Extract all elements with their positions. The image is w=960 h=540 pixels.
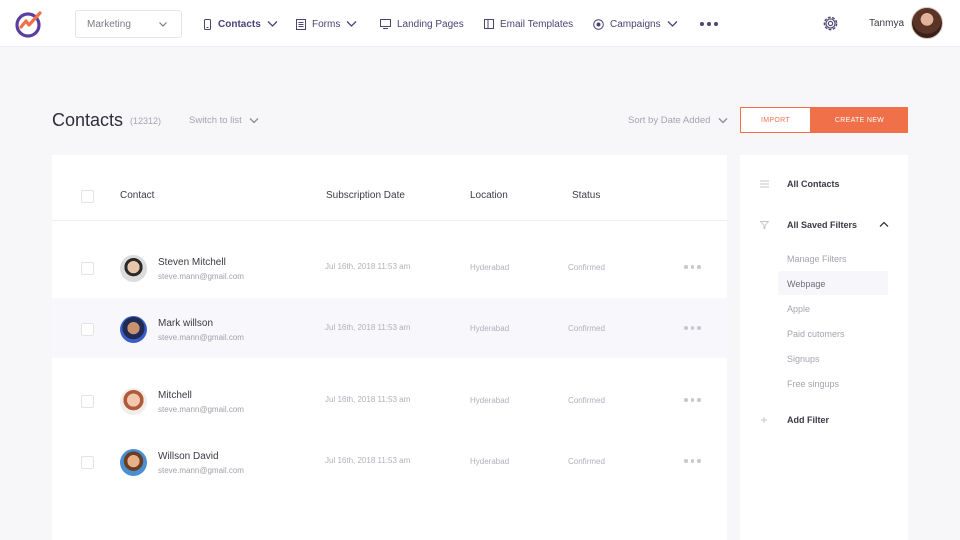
- location: Hyderabad: [470, 457, 510, 466]
- switch-to-list-dropdown[interactable]: Switch to list: [189, 115, 259, 126]
- nav-email-templates-label: Email Templates: [500, 18, 574, 30]
- chevron-down-icon: [718, 118, 728, 124]
- filter-item[interactable]: Signups: [787, 354, 820, 364]
- sort-label: Sort by Date Added: [628, 115, 711, 126]
- nav-campaigns[interactable]: Campaigns: [593, 16, 678, 32]
- top-navbar: Marketing Contacts Forms Landing Pages E…: [0, 0, 960, 47]
- subscription-date: Jul 16th, 2018 11:53 am: [325, 395, 411, 404]
- contacts-table: Contact Subscription Date Location Statu…: [52, 155, 727, 540]
- nav-email-templates[interactable]: Email Templates: [484, 16, 573, 32]
- column-header-subscription-date[interactable]: Subscription Date: [326, 190, 405, 201]
- row-checkbox[interactable]: [81, 262, 94, 275]
- contact-name[interactable]: Steven Mitchell: [158, 257, 226, 268]
- contact-email: steve.mann@gmail.com: [158, 272, 244, 281]
- contact-email: steve.mann@gmail.com: [158, 405, 244, 414]
- switch-to-list-label: Switch to list: [189, 115, 242, 126]
- nav-forms-label: Forms: [312, 18, 341, 30]
- create-new-button[interactable]: CREATE NEW: [811, 107, 908, 133]
- table-row[interactable]: Mark willson steve.mann@gmail.com Jul 16…: [52, 298, 727, 358]
- chevron-down-icon: [249, 118, 259, 124]
- column-header-location[interactable]: Location: [470, 190, 508, 201]
- row-actions-icon[interactable]: [684, 326, 701, 330]
- subscription-date: Jul 16th, 2018 11:53 am: [325, 323, 411, 332]
- nav-landing-pages-label: Landing Pages: [397, 18, 464, 30]
- contacts-count: (12312): [130, 116, 162, 126]
- more-menu-icon[interactable]: [700, 22, 718, 26]
- gear-icon[interactable]: [821, 14, 840, 33]
- form-icon: [296, 18, 306, 30]
- column-header-contact[interactable]: Contact: [120, 190, 154, 201]
- status: Confirmed: [568, 396, 605, 405]
- select-all-checkbox[interactable]: [81, 190, 94, 203]
- contact-email: steve.mann@gmail.com: [158, 466, 244, 475]
- chevron-down-icon: [667, 20, 678, 28]
- sort-dropdown[interactable]: Sort by Date Added: [628, 115, 728, 126]
- row-actions-icon[interactable]: [684, 265, 701, 269]
- avatar[interactable]: [120, 388, 147, 415]
- page-title: Contacts: [52, 110, 124, 130]
- subscription-date: Jul 16th, 2018 11:53 am: [325, 262, 411, 271]
- all-contacts-link[interactable]: All Contacts: [787, 179, 840, 189]
- filter-item[interactable]: Apple: [787, 304, 810, 314]
- add-filter-button[interactable]: Add Filter: [787, 415, 829, 425]
- filter-item[interactable]: Paid cutomers: [787, 329, 845, 339]
- workspace-select[interactable]: Marketing: [75, 10, 182, 38]
- status: Confirmed: [568, 457, 605, 466]
- nav-landing-pages[interactable]: Landing Pages: [380, 16, 464, 32]
- row-checkbox[interactable]: [81, 323, 94, 336]
- table-row[interactable]: Mitchell steve.mann@gmail.com Jul 16th, …: [52, 370, 727, 430]
- filters-panel: All Contacts All Saved Filters Manage Fi…: [740, 155, 908, 540]
- nav-contacts-label: Contacts: [218, 18, 261, 30]
- avatar[interactable]: [120, 449, 147, 476]
- user-avatar[interactable]: [911, 7, 943, 39]
- row-actions-icon[interactable]: [684, 398, 701, 402]
- chevron-down-icon: [267, 20, 278, 28]
- plus-icon: [761, 417, 767, 423]
- location: Hyderabad: [470, 263, 510, 272]
- status: Confirmed: [568, 263, 605, 272]
- contact-email: steve.mann@gmail.com: [158, 333, 244, 342]
- app-logo-icon[interactable]: [14, 9, 44, 39]
- avatar[interactable]: [120, 255, 147, 282]
- header-divider: [52, 220, 727, 221]
- workspace-select-value: Marketing: [87, 19, 131, 30]
- location: Hyderabad: [470, 396, 510, 405]
- filter-item[interactable]: Webpage: [787, 279, 825, 289]
- all-saved-filters-toggle[interactable]: All Saved Filters: [787, 220, 857, 230]
- chevron-down-icon: [346, 20, 357, 28]
- chevron-up-icon[interactable]: [879, 221, 889, 228]
- location: Hyderabad: [470, 324, 510, 333]
- nav-forms[interactable]: Forms: [296, 16, 357, 32]
- contact-name[interactable]: Willson David: [158, 451, 219, 462]
- nav-campaigns-label: Campaigns: [610, 18, 661, 30]
- monitor-icon: [380, 19, 391, 29]
- row-checkbox[interactable]: [81, 456, 94, 469]
- contact-name[interactable]: Mitchell: [158, 390, 192, 401]
- subscription-date: Jul 16th, 2018 11:53 am: [325, 456, 411, 465]
- row-actions-icon[interactable]: [684, 459, 701, 463]
- contact-name[interactable]: Mark willson: [158, 318, 213, 329]
- row-checkbox[interactable]: [81, 395, 94, 408]
- globe-icon: [593, 18, 604, 30]
- nav-contacts[interactable]: Contacts: [203, 16, 278, 32]
- filter-item[interactable]: Manage Filters: [787, 254, 847, 264]
- table-row[interactable]: Willson David steve.mann@gmail.com Jul 1…: [52, 431, 727, 491]
- phone-icon: [203, 18, 212, 30]
- avatar[interactable]: [120, 316, 147, 343]
- filter-item[interactable]: Free singups: [787, 379, 839, 389]
- list-icon: [760, 180, 769, 188]
- chevron-down-icon: [159, 22, 167, 27]
- template-icon: [484, 19, 494, 29]
- column-header-status[interactable]: Status: [572, 190, 600, 201]
- table-row[interactable]: Steven Mitchell steve.mann@gmail.com Jul…: [52, 237, 727, 297]
- user-name: Tanmya: [869, 18, 905, 29]
- import-button[interactable]: IMPORT: [740, 107, 811, 133]
- filter-icon: [760, 221, 769, 229]
- status: Confirmed: [568, 324, 605, 333]
